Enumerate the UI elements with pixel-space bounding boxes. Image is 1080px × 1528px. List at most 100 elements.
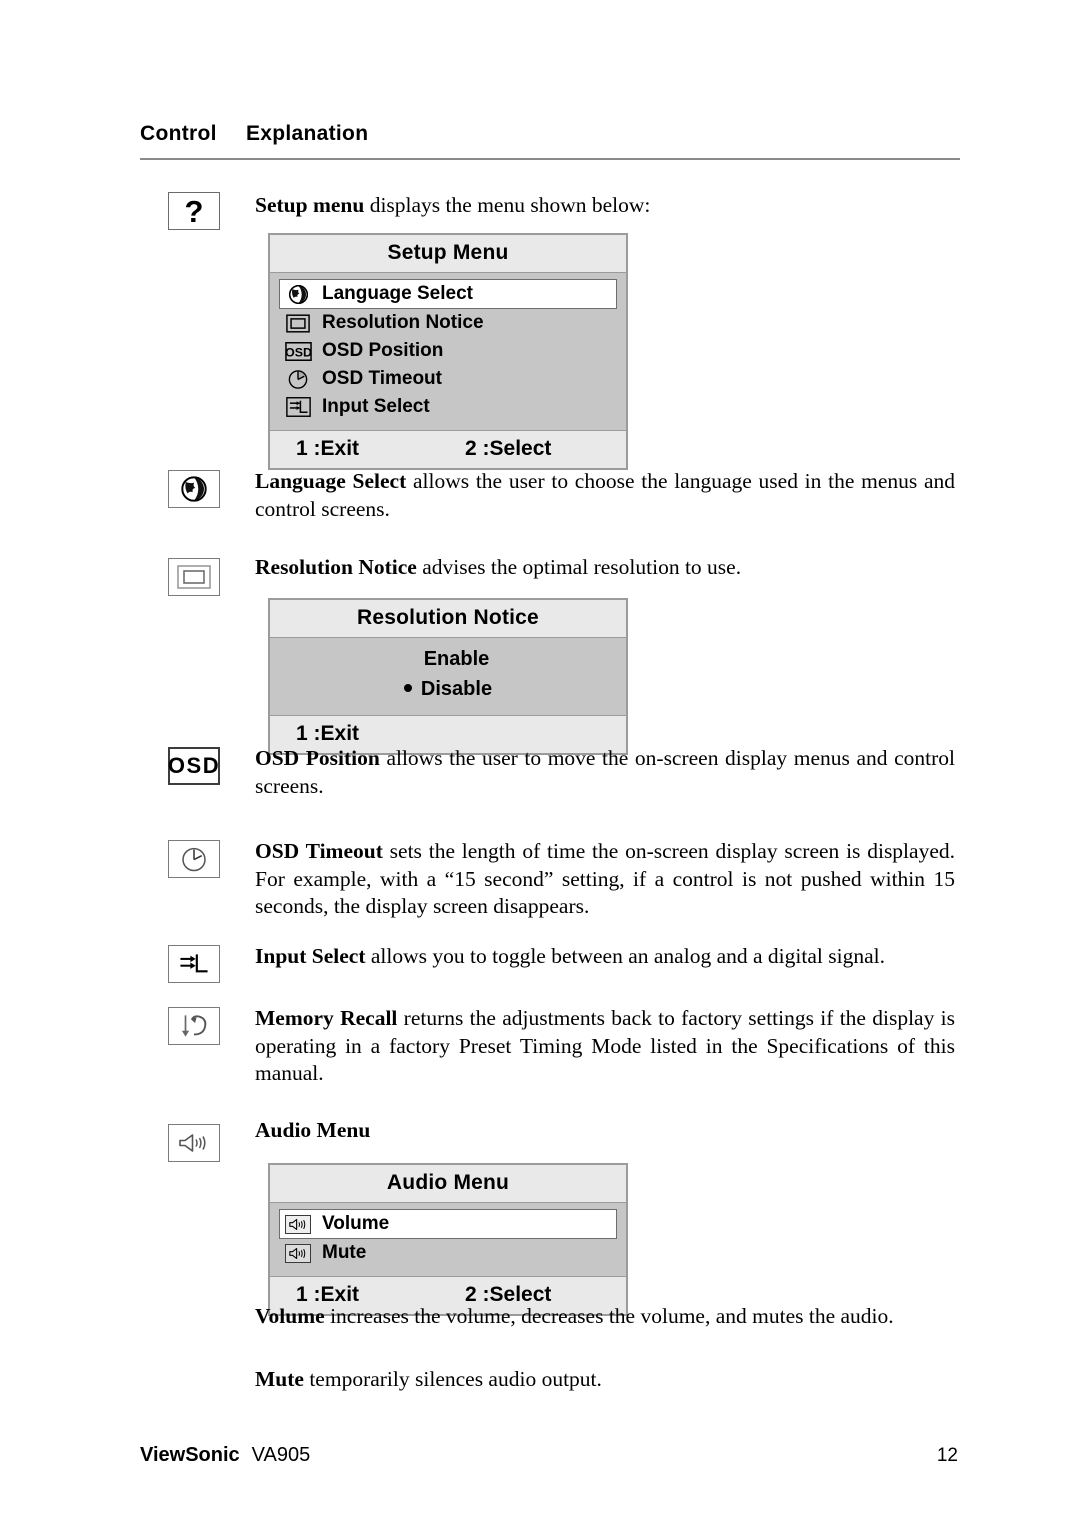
osd-item-label: OSD Position [322, 340, 444, 361]
text-cell-osd-timeout: OSD Timeout sets the length of time the … [255, 838, 955, 921]
osd-setup-menu-footer: 1 :Exit 2 :Select [270, 430, 626, 468]
speaker-icon-box [285, 1243, 311, 1263]
speaker-icon [283, 1243, 313, 1263]
lead-resolution-notice: Resolution Notice [255, 555, 417, 579]
osd-audio-menu[interactable]: Audio Menu Volume Mute 1:Exit 2:Select [268, 1163, 628, 1316]
paragraph-input-select: Input Select allows you to toggle betwee… [255, 943, 955, 971]
lead-language-select: Language Select [255, 469, 407, 493]
osd-item-label: Volume [322, 1213, 390, 1234]
osd-resolution-notice-title: Resolution Notice [270, 600, 626, 638]
lead-osd-timeout: OSD Timeout [255, 839, 383, 863]
radio-bullet-selected [403, 684, 412, 692]
control-icon-cell-language [166, 470, 222, 508]
paragraph-language-select: Language Select allows the user to choos… [255, 468, 955, 523]
text-cell-osd-position: OSD Position allows the user to move the… [255, 745, 955, 800]
osd-item-language-select[interactable]: Language Select [279, 279, 617, 309]
text-cell-input-select: Input Select allows you to toggle betwee… [255, 943, 955, 971]
page-footer: ViewSonic VA905 12 [140, 1444, 958, 1467]
speaker-icon [168, 1124, 220, 1162]
subheading-audio-menu: Audio Menu [255, 1118, 371, 1142]
osd-audio-menu-items: Volume Mute [270, 1203, 626, 1276]
text-cell-memory-recall: Memory Recall returns the adjustments ba… [255, 1005, 955, 1088]
header-columns: Control Explanation [140, 122, 958, 146]
osd-option-label: Disable [420, 678, 493, 700]
control-icon-cell-audio [166, 1124, 222, 1162]
clock-icon [283, 368, 313, 390]
speaker-icon [283, 1214, 313, 1234]
osd-audio-menu-title: Audio Menu [270, 1165, 626, 1203]
manual-page: Control Explanation ? Setup menu display… [0, 0, 1080, 1528]
osd-item-mute[interactable]: Mute [279, 1239, 617, 1267]
question-mark-icon: ? [168, 192, 220, 230]
osd-item-volume[interactable]: Volume [279, 1209, 617, 1239]
paragraph-mute: Mute temporarily silences audio output. [255, 1366, 955, 1394]
page-header: Control Explanation [140, 122, 960, 160]
osd-option-enable[interactable]: Enable [270, 645, 626, 675]
header-control-label: Control [140, 122, 217, 145]
paragraph-resolution-notice: Resolution Notice advises the optimal re… [255, 554, 955, 582]
osd-setup-menu[interactable]: Setup Menu Language Select Resolution No… [268, 233, 628, 470]
lead-setup: Setup menu [255, 193, 365, 217]
body-volume: increases the volume, decreases the volu… [324, 1304, 894, 1328]
header-divider [140, 158, 960, 160]
lead-osd-position: OSD Position [255, 746, 380, 770]
osd-text-icon: OSD [283, 341, 313, 361]
osd-resolution-notice[interactable]: Resolution Notice Enable Disable 1 :Exit [268, 598, 628, 755]
osd-text-glyph: OSD [167, 753, 221, 778]
osd-option-label: Enable [423, 648, 490, 670]
control-icon-cell-memory-recall [166, 1007, 222, 1045]
paragraph-volume: Volume increases the volume, decreases t… [255, 1303, 955, 1331]
globe-icon [168, 470, 220, 508]
control-icon-cell-osd-timeout [166, 840, 222, 878]
lead-input-select: Input Select [255, 944, 366, 968]
osd-resolution-notice-options: Enable Disable [270, 638, 626, 715]
lead-mute: Mute [255, 1367, 304, 1391]
input-select-icon [283, 397, 313, 417]
svg-text:OSD: OSD [285, 345, 312, 359]
control-icon-cell-osd-position: OSD [166, 747, 222, 785]
lead-memory-recall: Memory Recall [255, 1006, 398, 1030]
control-icon-cell-resolution [166, 558, 222, 596]
body-resolution-notice: advises the optimal resolution to use. [416, 555, 742, 579]
text-cell-audio: Audio Menu [255, 1118, 955, 1143]
body-mute: temporarily silences audio output. [303, 1367, 602, 1391]
control-icon-cell-input-select [166, 945, 222, 983]
input-select-icon [168, 945, 220, 983]
osd-item-label: Language Select [322, 283, 473, 304]
text-cell-mute: Mute temporarily silences audio output. [255, 1366, 955, 1394]
osd-item-label: Mute [322, 1242, 367, 1263]
clock-icon [168, 840, 220, 878]
memory-recall-icon [168, 1007, 220, 1045]
osd-option-disable[interactable]: Disable [270, 675, 626, 705]
footer-model: VA905 [251, 1444, 311, 1466]
lead-volume: Volume [255, 1304, 325, 1328]
osd-item-resolution-notice[interactable]: Resolution Notice [279, 309, 617, 337]
paragraph-setup: Setup menu displays the menu shown below… [255, 192, 955, 220]
osd-setup-menu-title: Setup Menu [270, 235, 626, 273]
osd-item-input-select[interactable]: Input Select [279, 393, 617, 421]
body-setup: displays the menu shown below: [364, 193, 651, 217]
footer-brand: ViewSonic [140, 1444, 240, 1466]
text-cell-resolution: Resolution Notice advises the optimal re… [255, 554, 955, 582]
speaker-icon-box [285, 1214, 311, 1234]
osd-item-label: Input Select [322, 396, 430, 417]
globe-icon [283, 284, 313, 305]
control-icon-cell-setup: ? [166, 192, 222, 230]
osd-item-label: OSD Timeout [322, 368, 442, 389]
osd-setup-menu-items: Language Select Resolution Notice OSD OS… [270, 273, 626, 430]
osd-footer-select[interactable]: 2 :Select [457, 437, 626, 461]
question-mark-glyph: ? [184, 193, 204, 229]
page-number: 12 [936, 1445, 958, 1466]
body-input-select: allows you to toggle between an analog a… [365, 944, 885, 968]
screen-icon [168, 558, 220, 596]
paragraph-memory-recall: Memory Recall returns the adjustments ba… [255, 1005, 955, 1088]
paragraph-osd-timeout: OSD Timeout sets the length of time the … [255, 838, 955, 921]
osd-footer-exit[interactable]: 1 :Exit [270, 437, 457, 461]
osd-item-osd-timeout[interactable]: OSD Timeout [279, 365, 617, 393]
text-cell-volume: Volume increases the volume, decreases t… [255, 1303, 955, 1331]
osd-item-osd-position[interactable]: OSD OSD Position [279, 337, 617, 365]
osd-text-icon: OSD [168, 747, 220, 785]
text-cell-language: Language Select allows the user to choos… [255, 468, 955, 523]
paragraph-osd-position: OSD Position allows the user to move the… [255, 745, 955, 800]
osd-footer-exit[interactable]: 1 :Exit [270, 722, 626, 746]
